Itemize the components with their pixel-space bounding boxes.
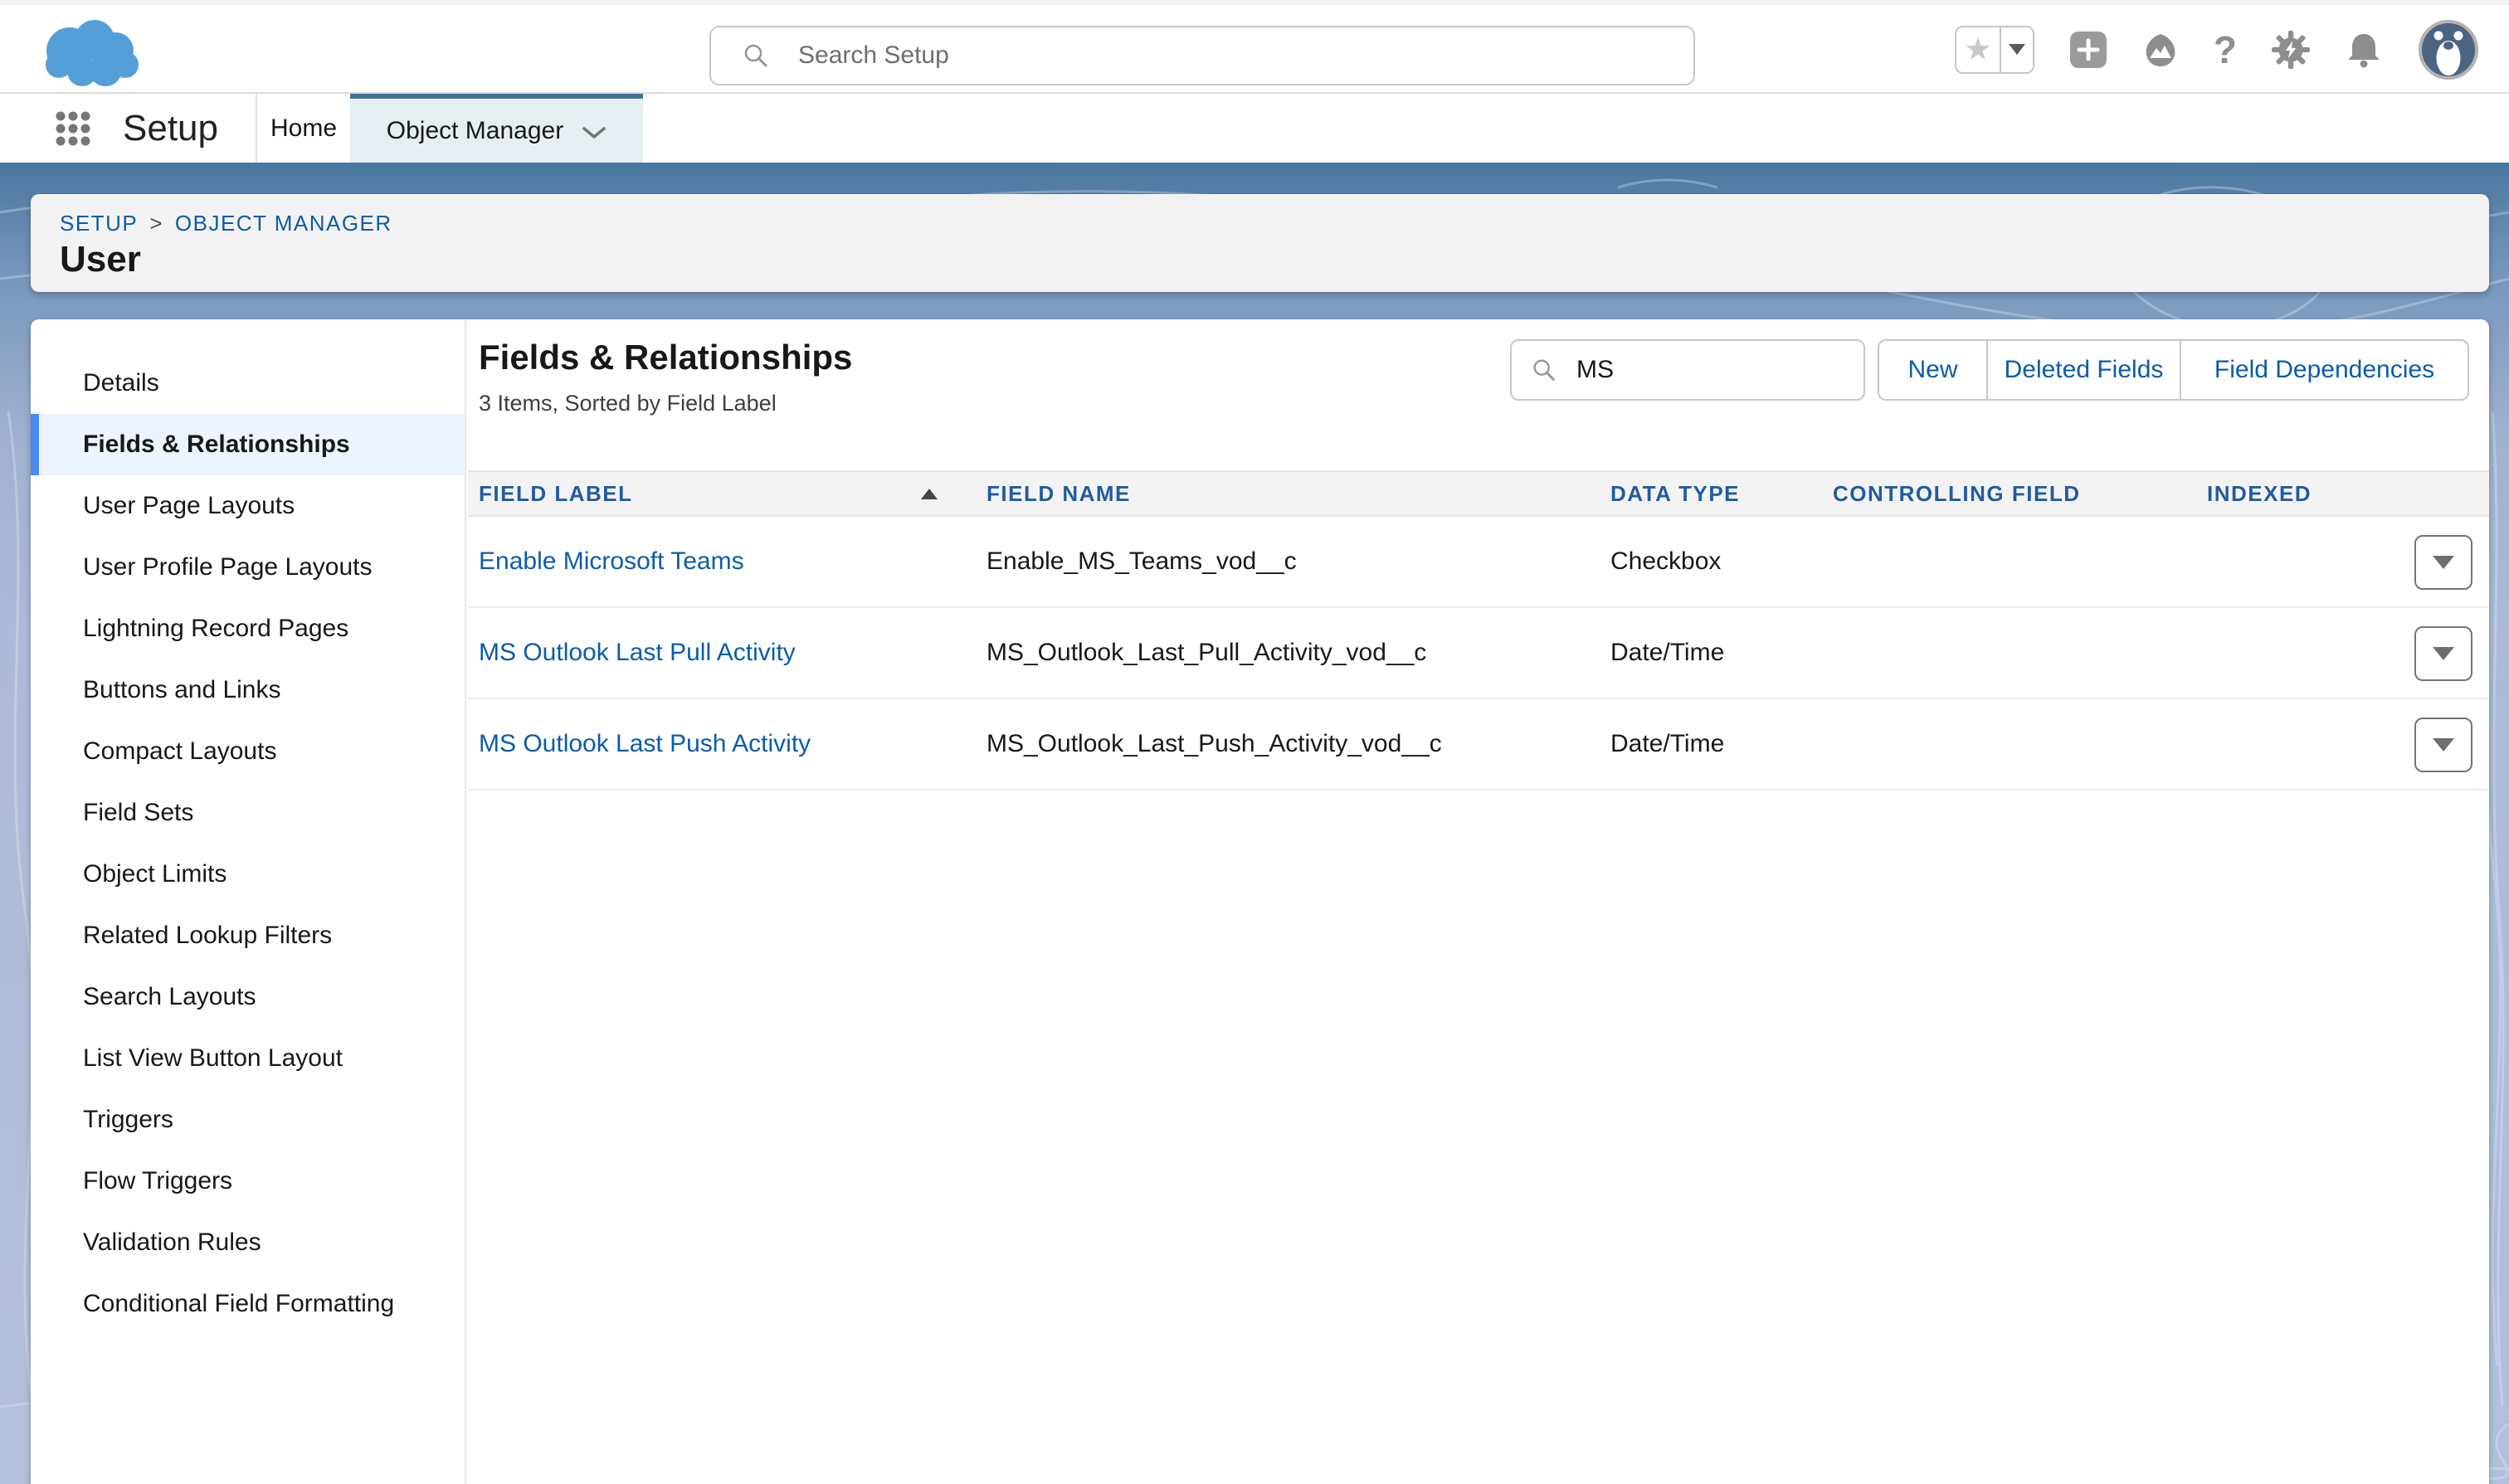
data-type-cell: Date/Time	[1600, 699, 1822, 789]
action-button[interactable]: Deleted Fields	[1986, 341, 2180, 399]
fields-relationships-panel: Fields & Relationships 3 Items, Sorted b…	[468, 319, 2489, 1484]
sidebar-item[interactable]: Conditional Field Formatting	[31, 1273, 465, 1335]
notifications-button[interactable]	[2345, 31, 2383, 69]
sidebar-item[interactable]: Flow Triggers	[31, 1151, 465, 1212]
setup-nav-bar: Setup Home Object Manager	[0, 94, 2509, 163]
breadcrumb-link-setup[interactable]: SETUP	[60, 211, 138, 236]
breadcrumb: SETUP > OBJECT MANAGER	[60, 211, 392, 236]
controlling-field-cell	[1822, 517, 2196, 606]
panel-subtitle: 3 Items, Sorted by Field Label	[479, 391, 777, 416]
data-type-cell: Checkbox	[1600, 517, 1822, 606]
content-area: SETUP > OBJECT MANAGER User Details Fiel…	[0, 163, 2509, 1484]
favorites-star-icon[interactable]: ★	[1956, 27, 2000, 72]
field-name-cell: MS_Outlook_Last_Pull_Activity_vod__c	[976, 608, 1600, 698]
column-header-field-label[interactable]: FIELD LABEL	[468, 472, 976, 515]
help-button[interactable]: ?	[2214, 27, 2237, 72]
bell-icon	[2345, 31, 2383, 69]
salesforce-cloud-logo	[32, 13, 149, 92]
sidebar-item[interactable]: Search Layouts	[31, 966, 465, 1028]
caret-down-icon	[2009, 44, 2025, 55]
sidebar-item[interactable]: Buttons and Links	[31, 659, 465, 721]
sidebar-item[interactable]: Details	[31, 353, 465, 414]
app-name-label: Setup	[123, 94, 218, 163]
table-header-row: FIELD LABEL FIELD NAME DATA TYPE CONTROL…	[468, 470, 2489, 517]
setup-gear-button[interactable]	[2272, 31, 2310, 69]
sidebar-item[interactable]: Object Limits	[31, 844, 465, 905]
favorites-caret-button[interactable]	[2000, 27, 2033, 72]
sidebar-item[interactable]: Compact Layouts	[31, 721, 465, 782]
field-label-link[interactable]: MS Outlook Last Pull Activity	[468, 608, 976, 698]
column-header-label: FIELD LABEL	[479, 472, 633, 515]
column-header-indexed[interactable]: INDEXED	[2196, 472, 2489, 515]
column-header-field-name[interactable]: FIELD NAME	[976, 472, 1600, 515]
breadcrumb-separator: >	[149, 211, 163, 236]
sidebar-item[interactable]: Fields & Relationships	[31, 414, 465, 475]
trailhead-icon	[2142, 32, 2179, 68]
global-header: ★ ?	[0, 5, 2509, 94]
dropdown-triangle-icon	[2433, 647, 2454, 660]
sort-ascending-icon	[921, 489, 938, 499]
question-icon: ?	[2214, 27, 2237, 72]
row-actions-dropdown-button[interactable]	[2414, 535, 2472, 590]
dropdown-triangle-icon	[2433, 738, 2454, 752]
tab-home-label: Home	[270, 114, 337, 143]
table-row: MS Outlook Last Push Activity MS_Outlook…	[468, 699, 2489, 791]
header-icons: ★ ?	[1955, 5, 2479, 94]
data-type-cell: Date/Time	[1600, 608, 1822, 698]
panel-action-buttons: New Deleted Fields Field Dependencies	[1878, 339, 2469, 401]
table-row: MS Outlook Last Pull Activity MS_Outlook…	[468, 608, 2489, 699]
guidance-center-button[interactable]	[2142, 32, 2179, 68]
panel-header: Fields & Relationships 3 Items, Sorted b…	[468, 319, 2489, 470]
tab-home[interactable]: Home	[257, 94, 350, 163]
search-icon	[741, 41, 771, 71]
global-search-input[interactable]	[709, 26, 1695, 85]
field-label-link[interactable]: Enable Microsoft Teams	[468, 517, 976, 606]
table-row: Enable Microsoft Teams Enable_MS_Teams_v…	[468, 517, 2489, 608]
astro-avatar-icon	[2418, 19, 2479, 80]
fields-table: FIELD LABEL FIELD NAME DATA TYPE CONTROL…	[468, 470, 2489, 791]
breadcrumb-card: SETUP > OBJECT MANAGER User	[31, 194, 2489, 292]
global-actions-button[interactable]	[2069, 31, 2107, 69]
tab-object-manager[interactable]: Object Manager	[350, 94, 643, 163]
panel-title: Fields & Relationships	[479, 338, 852, 377]
sidebar-item[interactable]: List View Button Layout	[31, 1028, 465, 1089]
user-avatar[interactable]	[2418, 19, 2479, 80]
gear-icon	[2272, 31, 2310, 69]
sidebar-item[interactable]: Lightning Record Pages	[31, 598, 465, 659]
sidebar-item[interactable]: Triggers	[31, 1089, 465, 1151]
sidebar-list: Details Fields & Relationships User Page…	[31, 353, 465, 1335]
column-header-controlling-field[interactable]: CONTROLLING FIELD	[1822, 472, 2196, 515]
controlling-field-cell	[1822, 608, 2196, 698]
favorites-split-button: ★	[1955, 26, 2034, 74]
field-name-cell: MS_Outlook_Last_Push_Activity_vod__c	[976, 699, 1600, 789]
sidebar-item[interactable]: User Profile Page Layouts	[31, 537, 465, 598]
object-sidebar: Details Fields & Relationships User Page…	[31, 319, 466, 1484]
action-button[interactable]: Field Dependencies	[2180, 341, 2468, 399]
sidebar-item[interactable]: User Page Layouts	[31, 475, 465, 537]
sidebar-item[interactable]: Related Lookup Filters	[31, 905, 465, 966]
sidebar-item[interactable]: Field Sets	[31, 782, 465, 844]
quick-find	[1510, 339, 1865, 401]
sidebar-item[interactable]: Validation Rules	[31, 1212, 465, 1273]
row-actions-dropdown-button[interactable]	[2414, 718, 2472, 772]
action-button[interactable]: New	[1879, 341, 1986, 399]
row-actions-dropdown-button[interactable]	[2414, 626, 2472, 681]
quick-find-input[interactable]	[1510, 339, 1865, 401]
breadcrumb-link-object-manager[interactable]: OBJECT MANAGER	[175, 211, 392, 236]
field-label-link[interactable]: MS Outlook Last Push Activity	[468, 699, 976, 789]
dropdown-triangle-icon	[2433, 556, 2454, 569]
object-detail-card: Details Fields & Relationships User Page…	[31, 319, 2489, 1484]
app-launcher-waffle-icon[interactable]	[52, 108, 94, 149]
plus-icon	[2069, 31, 2107, 69]
controlling-field-cell	[1822, 699, 2196, 789]
field-name-cell: Enable_MS_Teams_vod__c	[976, 517, 1600, 606]
page-title: User	[60, 239, 141, 280]
global-search	[709, 26, 1695, 85]
chevron-down-icon	[582, 125, 607, 140]
search-icon	[1530, 356, 1558, 384]
column-header-data-type[interactable]: DATA TYPE	[1600, 472, 1822, 515]
tab-object-manager-label: Object Manager	[387, 117, 563, 145]
